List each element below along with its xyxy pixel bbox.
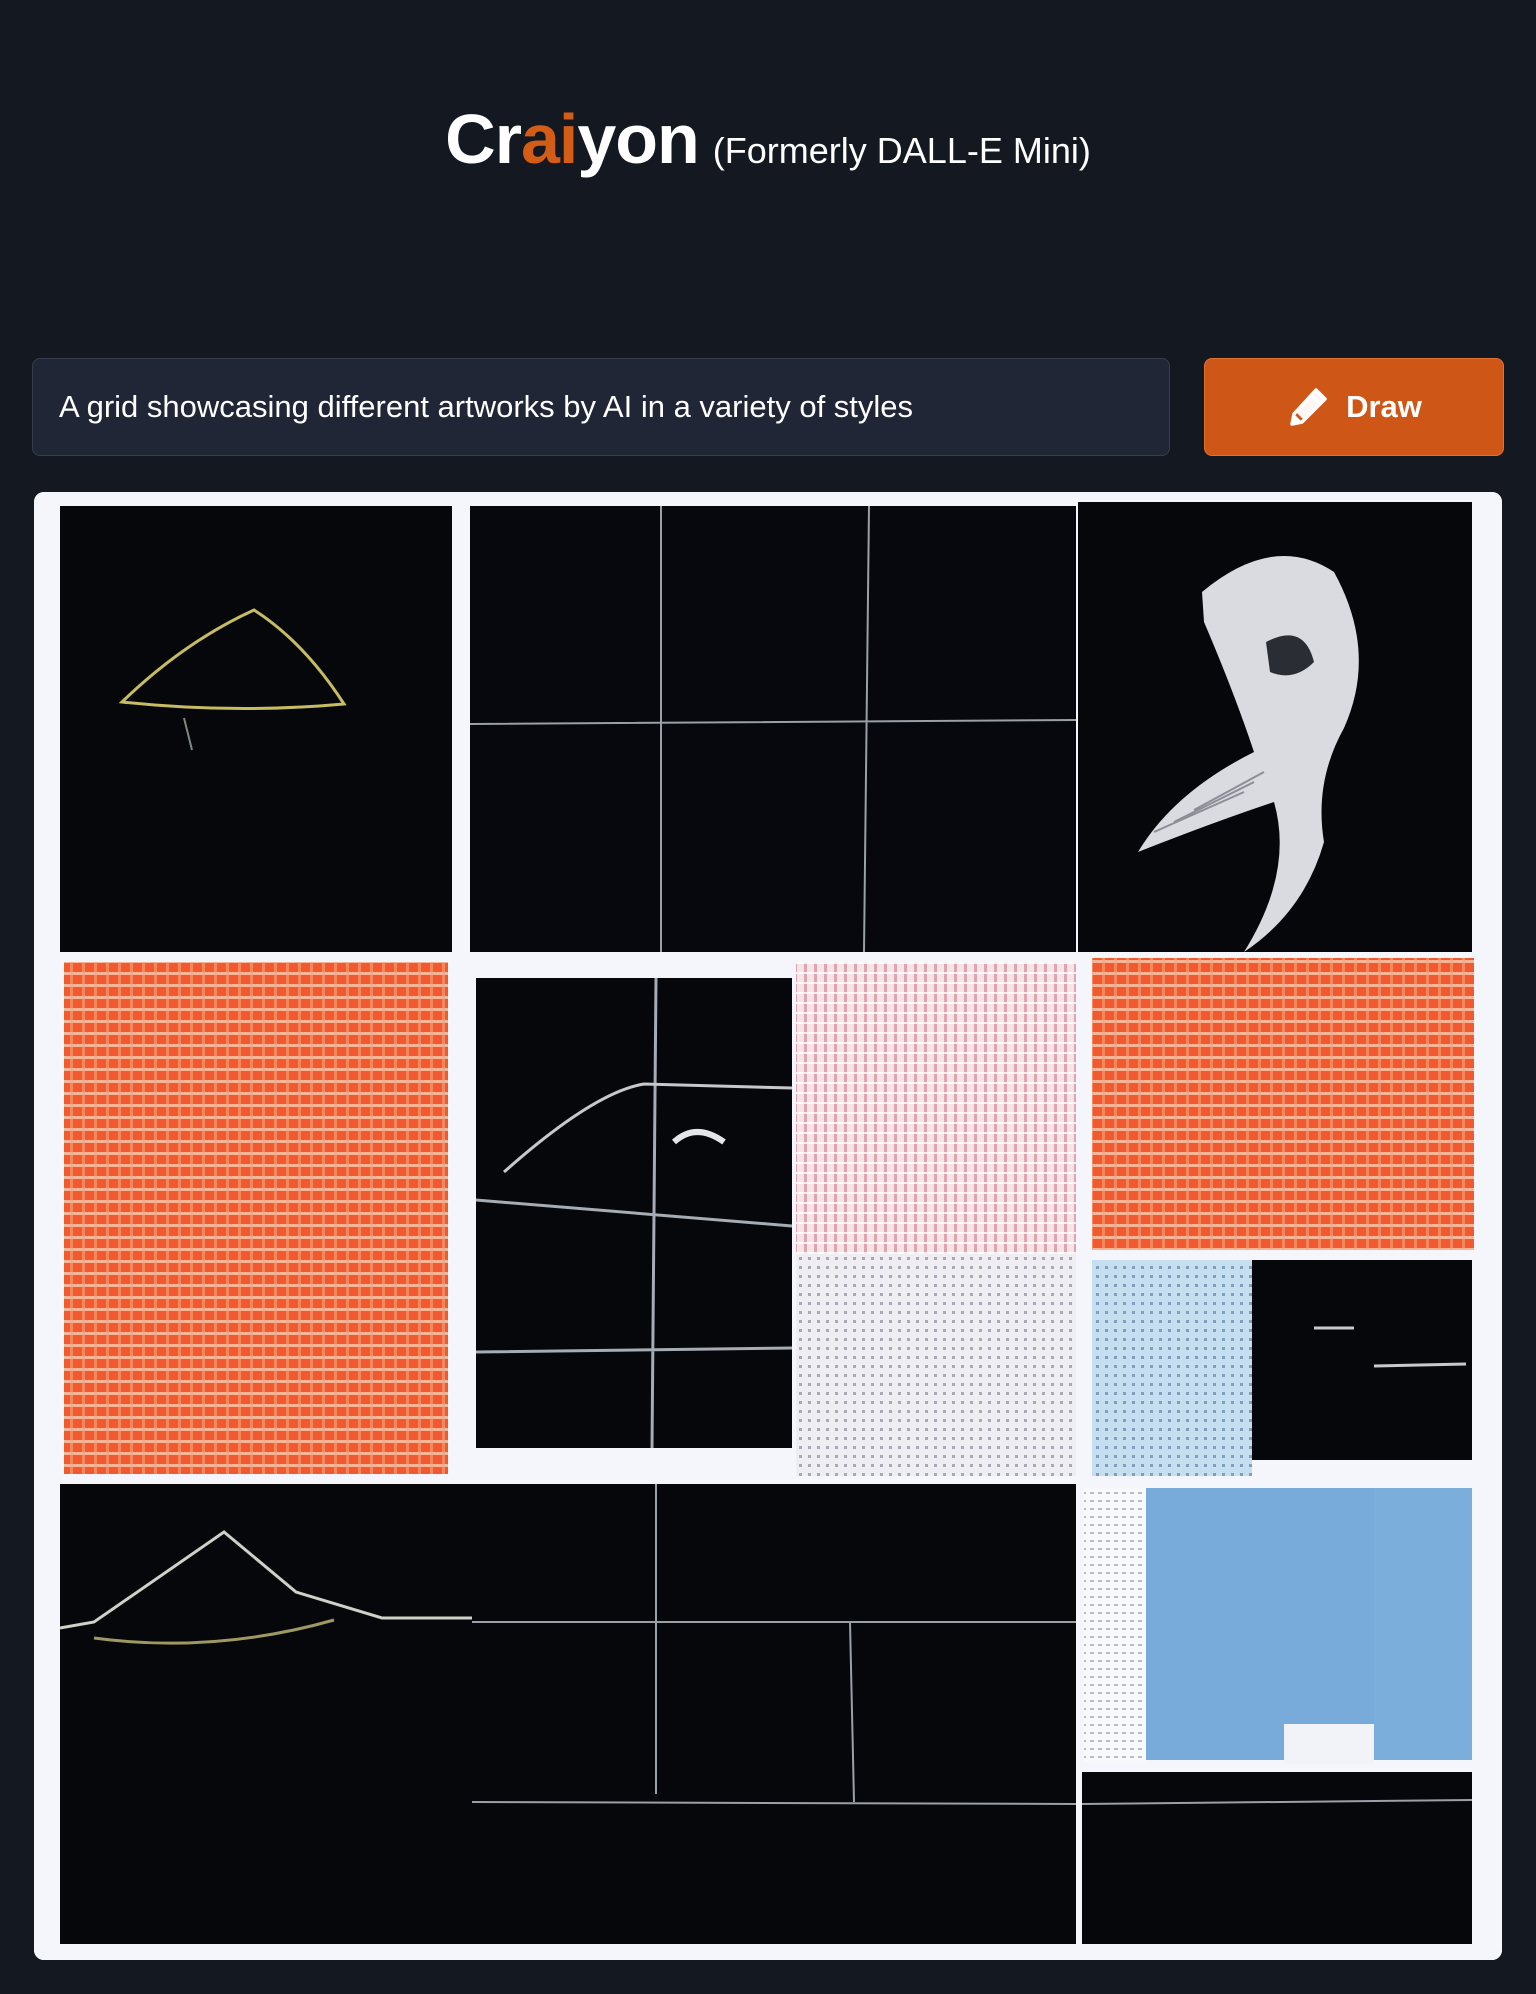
prompt-input[interactable] xyxy=(32,358,1170,456)
artwork-grid-image xyxy=(34,492,1502,1960)
craiyon-page: Craiyon (Formerly DALL-E Mini) Draw xyxy=(0,0,1536,1994)
generated-image[interactable] xyxy=(34,492,1502,1960)
brand-header: Craiyon (Formerly DALL-E Mini) xyxy=(0,104,1536,174)
logo-part-yon: yon xyxy=(577,100,699,178)
draw-button-label: Draw xyxy=(1346,389,1422,424)
pencil-icon xyxy=(1286,385,1330,429)
logo-subtitle: (Formerly DALL-E Mini) xyxy=(712,130,1091,171)
craiyon-logo[interactable]: Craiyon xyxy=(445,104,700,174)
logo-part-cr: Cr xyxy=(445,100,522,178)
logo-part-ai: ai xyxy=(520,100,578,178)
draw-button[interactable]: Draw xyxy=(1204,358,1504,456)
